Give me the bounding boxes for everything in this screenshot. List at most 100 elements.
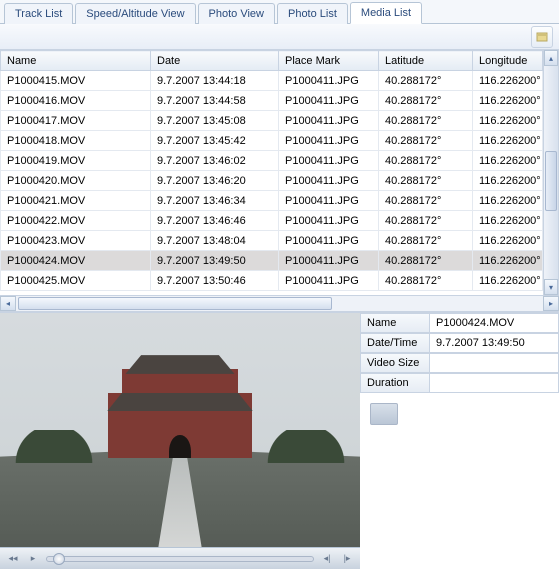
table-row[interactable]: P1000418.MOV9.7.2007 13:45:42P1000411.JP… [1,131,543,151]
detail-value-size [430,353,559,373]
cell-lat: 40.288172° [379,71,473,91]
cell-name: P1000423.MOV [1,231,151,251]
cell-date: 9.7.2007 13:46:34 [151,191,279,211]
cell-date: 9.7.2007 13:49:50 [151,251,279,271]
cell-lon: 116.226200° [473,231,543,251]
tab-speed-altitude-view[interactable]: Speed/Altitude View [75,3,195,24]
cell-date: 9.7.2007 13:45:42 [151,131,279,151]
seek-knob[interactable] [53,553,65,565]
media-player-controls: ◂◂ ▸ ◂| |▸ [0,547,360,569]
table-row[interactable]: P1000421.MOV9.7.2007 13:46:34P1000411.JP… [1,191,543,211]
table-row[interactable]: P1000419.MOV9.7.2007 13:46:02P1000411.JP… [1,151,543,171]
scroll-down-button[interactable]: ▾ [544,279,558,295]
play-icon[interactable]: ▸ [26,552,40,566]
cell-date: 9.7.2007 13:46:46 [151,211,279,231]
cell-name: P1000419.MOV [1,151,151,171]
cell-lon: 116.226200° [473,131,543,151]
thumbnail-icon[interactable] [370,403,398,425]
column-header-name[interactable]: Name [1,51,151,71]
tab-photo-view[interactable]: Photo View [198,3,275,24]
horizontal-scrollbar[interactable]: ◂ ▸ [0,295,559,312]
column-header-date[interactable]: Date [151,51,279,71]
detail-value-date: 9.7.2007 13:49:50 [430,333,559,353]
cell-lat: 40.288172° [379,151,473,171]
table-row[interactable]: P1000420.MOV9.7.2007 13:46:20P1000411.JP… [1,171,543,191]
tab-bar: Track ListSpeed/Altitude ViewPhoto ViewP… [0,0,559,24]
detail-value-name: P1000424.MOV [430,313,559,333]
cell-lat: 40.288172° [379,231,473,251]
cell-lon: 116.226200° [473,91,543,111]
scroll-right-button[interactable]: ▸ [543,296,559,311]
column-header-longitude[interactable]: Longitude [473,51,543,71]
thumbnail-area [360,393,559,435]
table-row[interactable]: P1000425.MOV9.7.2007 13:50:46P1000411.JP… [1,271,543,291]
cell-lon: 116.226200° [473,251,543,271]
detail-label-duration: Duration [360,373,430,393]
cell-lon: 116.226200° [473,211,543,231]
cell-lon: 116.226200° [473,111,543,131]
hscroll-track[interactable] [16,296,543,311]
table-row[interactable]: P1000417.MOV9.7.2007 13:45:08P1000411.JP… [1,111,543,131]
step-back-icon[interactable]: ◂| [320,552,334,566]
cell-lat: 40.288172° [379,191,473,211]
tab-media-list[interactable]: Media List [350,2,422,24]
skip-back-icon[interactable]: ◂◂ [6,552,20,566]
video-frame [0,313,360,547]
cell-lat: 40.288172° [379,131,473,151]
cell-place: P1000411.JPG [279,171,379,191]
table-row[interactable]: P1000423.MOV9.7.2007 13:48:04P1000411.JP… [1,231,543,251]
scroll-thumb[interactable] [545,151,557,211]
media-table: NameDatePlace MarkLatitudeLongitude P100… [0,50,543,291]
cell-name: P1000425.MOV [1,271,151,291]
cell-place: P1000411.JPG [279,151,379,171]
step-forward-icon[interactable]: |▸ [340,552,354,566]
vertical-scrollbar[interactable]: ▴ ▾ [543,50,559,295]
toolbar-action-button[interactable] [531,26,553,48]
cell-date: 9.7.2007 13:48:04 [151,231,279,251]
cell-place: P1000411.JPG [279,191,379,211]
cell-place: P1000411.JPG [279,71,379,91]
cell-date: 9.7.2007 13:50:46 [151,271,279,291]
cell-name: P1000416.MOV [1,91,151,111]
scroll-up-button[interactable]: ▴ [544,50,558,66]
hscroll-thumb[interactable] [18,297,332,310]
cell-place: P1000411.JPG [279,211,379,231]
table-row[interactable]: P1000424.MOV9.7.2007 13:49:50P1000411.JP… [1,251,543,271]
media-table-area: NameDatePlace MarkLatitudeLongitude P100… [0,50,559,295]
cell-name: P1000422.MOV [1,211,151,231]
toolbar [0,24,559,50]
cell-place: P1000411.JPG [279,271,379,291]
cell-date: 9.7.2007 13:46:20 [151,171,279,191]
cell-lat: 40.288172° [379,171,473,191]
scroll-track[interactable] [544,66,558,279]
cell-lat: 40.288172° [379,251,473,271]
tab-track-list[interactable]: Track List [4,3,73,24]
cell-lat: 40.288172° [379,111,473,131]
seek-track[interactable] [46,556,314,562]
table-row[interactable]: P1000422.MOV9.7.2007 13:46:46P1000411.JP… [1,211,543,231]
cell-name: P1000418.MOV [1,131,151,151]
cell-date: 9.7.2007 13:44:58 [151,91,279,111]
detail-value-duration [430,373,559,393]
detail-label-name: Name [360,313,430,333]
cell-name: P1000420.MOV [1,171,151,191]
column-header-place-mark[interactable]: Place Mark [279,51,379,71]
column-header-latitude[interactable]: Latitude [379,51,473,71]
video-preview-panel: ◂◂ ▸ ◂| |▸ [0,313,360,569]
cell-date: 9.7.2007 13:45:08 [151,111,279,131]
cell-name: P1000424.MOV [1,251,151,271]
tab-photo-list[interactable]: Photo List [277,3,348,24]
table-row[interactable]: P1000415.MOV9.7.2007 13:44:18P1000411.JP… [1,71,543,91]
cell-name: P1000415.MOV [1,71,151,91]
scroll-left-button[interactable]: ◂ [0,296,16,311]
cell-place: P1000411.JPG [279,91,379,111]
cell-date: 9.7.2007 13:46:02 [151,151,279,171]
table-row[interactable]: P1000416.MOV9.7.2007 13:44:58P1000411.JP… [1,91,543,111]
cell-lon: 116.226200° [473,271,543,291]
cell-lat: 40.288172° [379,211,473,231]
cell-place: P1000411.JPG [279,251,379,271]
cell-place: P1000411.JPG [279,111,379,131]
cell-place: P1000411.JPG [279,131,379,151]
cell-name: P1000417.MOV [1,111,151,131]
cell-lon: 116.226200° [473,71,543,91]
